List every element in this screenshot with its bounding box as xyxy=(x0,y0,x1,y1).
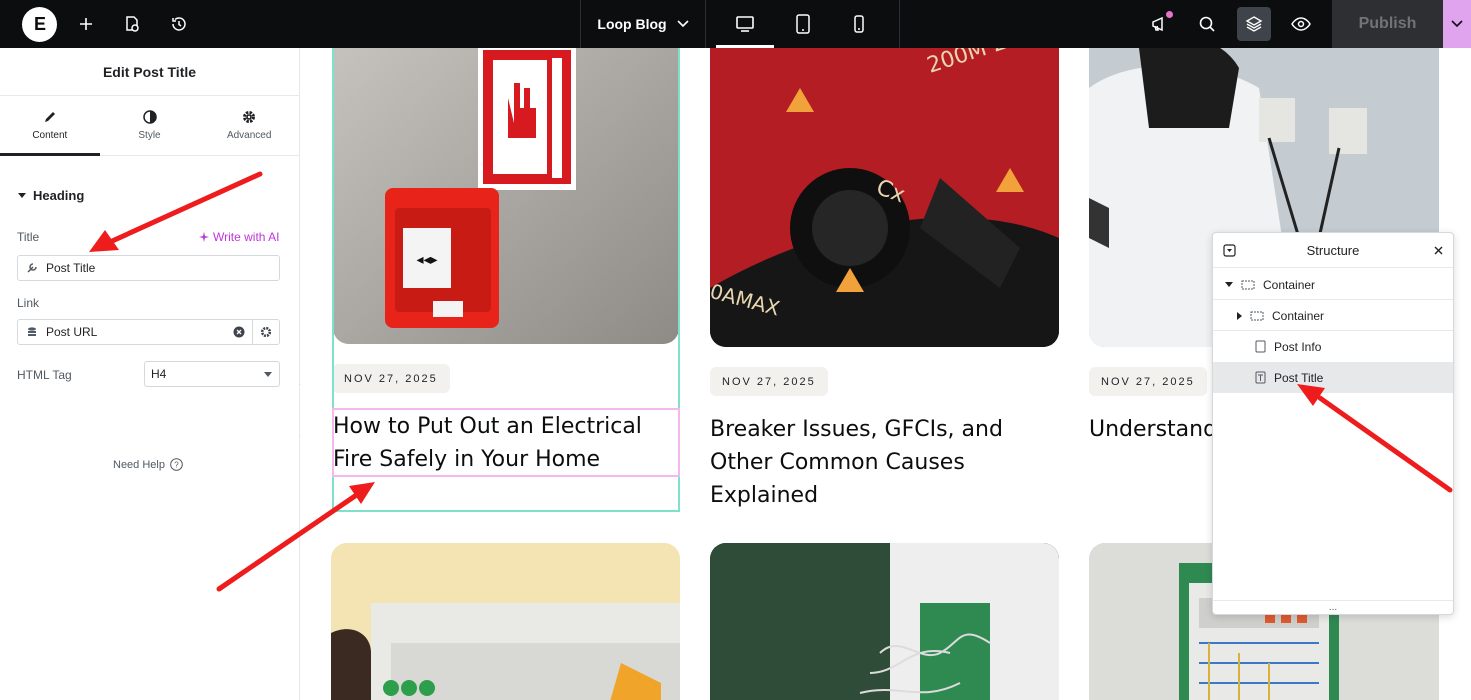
structure-title: Structure xyxy=(1306,242,1360,258)
post-thumbnail[interactable]: 200M 20M Cx 0AMAX xyxy=(710,48,1059,347)
database-icon xyxy=(28,327,36,336)
editor-panel: Edit Post Title Content Style Advanced H… xyxy=(0,48,300,700)
link-actions xyxy=(225,320,279,344)
collapse-structure-icon[interactable] xyxy=(1223,244,1236,257)
caret-right-icon xyxy=(1237,311,1242,320)
post-title-line: Explained xyxy=(710,483,819,508)
title-field-value: Post Title xyxy=(46,261,96,275)
search-icon[interactable] xyxy=(1187,0,1227,48)
title-label: Title xyxy=(17,230,40,244)
sparkle-icon xyxy=(199,232,209,242)
wiring-wall-image xyxy=(710,543,1059,700)
html-tag-label: HTML Tag xyxy=(17,368,72,382)
desktop-icon[interactable] xyxy=(716,0,774,48)
section-heading-toggle[interactable]: Heading xyxy=(18,188,84,203)
link-settings-button[interactable] xyxy=(252,320,279,344)
history-icon[interactable] xyxy=(159,0,199,48)
write-with-ai-label: Write with AI xyxy=(213,230,280,244)
html-tag-select[interactable]: H4 xyxy=(144,361,280,387)
html-tag-value: H4 xyxy=(151,367,167,381)
write-with-ai-link[interactable]: Write with AI xyxy=(198,230,279,244)
chevron-down-icon xyxy=(1451,20,1463,28)
gear-icon xyxy=(243,111,256,123)
selected-widget-outline xyxy=(332,408,680,477)
link-label: Link xyxy=(17,296,40,310)
preview-eye-icon[interactable] xyxy=(1281,0,1321,48)
structure-item-container[interactable]: Container xyxy=(1213,269,1453,300)
structure-item-post-title[interactable]: Post Title xyxy=(1213,362,1453,393)
elementor-logo-icon[interactable]: E xyxy=(22,7,57,42)
chevron-down-icon xyxy=(677,20,689,28)
caret-down-icon xyxy=(1225,282,1233,287)
half-circle-icon xyxy=(142,110,157,124)
clear-link-button[interactable] xyxy=(225,320,252,344)
structure-item-label: Container xyxy=(1272,308,1325,323)
container-icon xyxy=(1250,311,1264,320)
post-date: NOV 27, 2025 xyxy=(1089,367,1207,396)
tab-label: Content xyxy=(32,130,68,141)
post-title-icon xyxy=(1255,371,1266,384)
panel-tabs: Content Style Advanced xyxy=(0,96,299,156)
post-info-icon xyxy=(1255,340,1266,353)
post-title[interactable]: Breaker Issues, GFCIs, and Other Common … xyxy=(710,413,1059,512)
post-title-line: Breaker Issues, GFCIs, and xyxy=(710,417,1003,442)
add-element-icon[interactable] xyxy=(66,0,106,48)
document-title: Loop Blog xyxy=(597,16,667,32)
post-title-line: Understand xyxy=(1089,417,1218,442)
announcements-icon[interactable] xyxy=(1139,0,1179,48)
structure-item-container[interactable]: Container xyxy=(1213,300,1453,331)
link-field-value: Post URL xyxy=(46,325,98,339)
need-help-link[interactable]: Need Help ? xyxy=(113,458,183,471)
tab-advanced[interactable]: Advanced xyxy=(199,96,299,155)
multimeter-image: 200M 20M Cx 0AMAX xyxy=(710,48,1059,347)
notification-dot xyxy=(1166,11,1173,18)
post-date: NOV 27, 2025 xyxy=(710,367,828,396)
tab-style[interactable]: Style xyxy=(100,96,200,155)
tab-label: Advanced xyxy=(226,130,272,141)
top-bar: E Loop Blog Publish xyxy=(0,0,1471,48)
device-switcher xyxy=(706,0,900,48)
close-icon[interactable] xyxy=(1434,246,1443,255)
post-thumbnail[interactable] xyxy=(331,543,680,700)
wrench-icon xyxy=(27,263,37,273)
structure-header: Structure xyxy=(1213,233,1453,268)
panel-title: Edit Post Title xyxy=(0,48,299,96)
link-field[interactable]: Post URL xyxy=(17,319,280,345)
title-field[interactable]: Post Title xyxy=(17,255,280,281)
page-settings-icon[interactable] xyxy=(112,0,152,48)
structure-item-label: Container xyxy=(1263,277,1316,292)
mobile-icon[interactable] xyxy=(830,0,888,48)
caret-down-icon xyxy=(18,193,26,198)
svg-text:?: ? xyxy=(174,460,179,469)
tablet-icon[interactable] xyxy=(774,0,832,48)
document-title-dropdown[interactable]: Loop Blog xyxy=(580,0,706,48)
close-circle-icon xyxy=(233,326,244,338)
structure-item-post-info[interactable]: Post Info xyxy=(1213,331,1453,362)
structure-item-label: Post Info xyxy=(1274,339,1322,354)
structure-panel: Structure Container Container Post Info … xyxy=(1212,232,1454,615)
post-title-line: Other Common Causes xyxy=(710,450,965,475)
section-title: Heading xyxy=(33,188,85,203)
post-thumbnail[interactable] xyxy=(710,543,1059,700)
active-tab-indicator xyxy=(0,153,100,156)
publish-options-button[interactable] xyxy=(1443,0,1471,48)
structure-layers-icon[interactable] xyxy=(1237,7,1271,41)
chevron-down-icon xyxy=(264,372,272,377)
post-title[interactable]: Understand xyxy=(1089,413,1229,446)
electrician-panel-image xyxy=(331,543,680,700)
structure-item-label: Post Title xyxy=(1274,370,1324,385)
resize-handle[interactable]: ... xyxy=(1213,600,1453,614)
publish-button[interactable]: Publish xyxy=(1332,0,1443,48)
container-icon xyxy=(1241,280,1255,289)
pencil-icon xyxy=(44,112,55,122)
need-help-label: Need Help xyxy=(113,458,165,471)
gear-icon xyxy=(260,326,272,338)
help-icon: ? xyxy=(170,458,183,471)
tab-content[interactable]: Content xyxy=(0,96,100,155)
tab-label: Style xyxy=(138,130,161,141)
